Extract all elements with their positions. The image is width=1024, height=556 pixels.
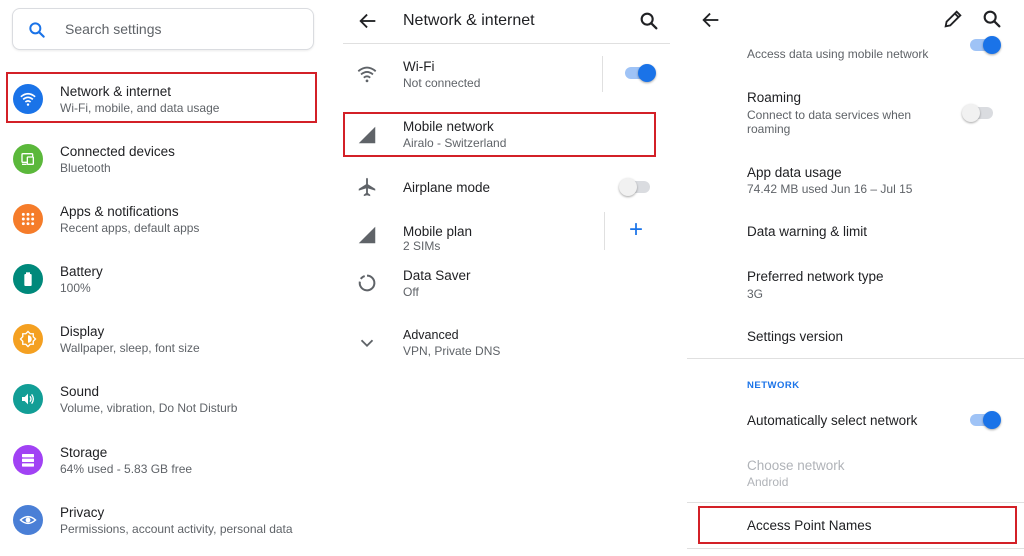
mobile-plan-title: Mobile plan bbox=[403, 224, 473, 239]
choose-network-title: Choose network bbox=[747, 458, 845, 473]
divider bbox=[604, 212, 605, 250]
roaming-subtitle: Connect to data services when roaming bbox=[747, 108, 912, 136]
search-placeholder: Search settings bbox=[65, 21, 162, 37]
sound-icon bbox=[13, 384, 43, 414]
settings-item-apps-notifications[interactable]: Apps & notifications Recent apps, defaul… bbox=[0, 190, 324, 250]
divider bbox=[602, 56, 603, 92]
airplane-mode-title: Airplane mode bbox=[403, 180, 491, 195]
data-saver-row[interactable]: Data Saver Off bbox=[343, 258, 670, 304]
cell-signal-icon bbox=[358, 226, 376, 244]
settings-item-connected-devices[interactable]: Connected devices Bluetooth bbox=[0, 130, 324, 190]
settings-item-privacy[interactable]: Privacy Permissions, account activity, p… bbox=[0, 491, 324, 551]
network-section-header: NETWORK bbox=[747, 380, 800, 391]
connected-devices-icon bbox=[13, 144, 43, 174]
app-bar: Network & internet bbox=[343, 0, 670, 44]
storage-icon bbox=[13, 445, 43, 475]
wifi-row[interactable]: Wi-Fi Not connected bbox=[343, 48, 670, 100]
mobile-network-title: Mobile network bbox=[403, 119, 494, 134]
wifi-toggle[interactable] bbox=[625, 64, 656, 82]
search-settings-bar[interactable]: Search settings bbox=[12, 8, 314, 50]
back-arrow-icon[interactable] bbox=[700, 9, 722, 31]
wifi-icon bbox=[357, 66, 377, 83]
settings-item-subtitle: Volume, vibration, Do Not Disturb bbox=[60, 401, 238, 415]
display-brightness-icon bbox=[13, 324, 43, 354]
section-divider bbox=[687, 358, 1024, 359]
settings-item-title: Battery bbox=[60, 264, 103, 279]
advanced-row[interactable]: Advanced VPN, Private DNS bbox=[343, 320, 670, 364]
access-point-names-title: Access Point Names bbox=[747, 518, 872, 533]
mobile-network-panel: Access data using mobile network Roaming… bbox=[687, 0, 1024, 556]
settings-item-title: Apps & notifications bbox=[60, 204, 179, 219]
settings-item-battery[interactable]: Battery 100% bbox=[0, 250, 324, 310]
settings-version-title: Settings version bbox=[747, 329, 844, 344]
chevron-down-icon bbox=[360, 339, 374, 348]
preferred-network-type-value: 3G bbox=[747, 287, 764, 301]
app-data-usage-subtitle: 74.42 MB used Jun 16 – Jul 15 bbox=[747, 182, 913, 196]
settings-item-subtitle: Wallpaper, sleep, font size bbox=[60, 341, 200, 355]
mobile-plan-subtitle: 2 SIMs bbox=[403, 239, 441, 253]
search-icon[interactable] bbox=[981, 8, 1003, 30]
mobile-data-subtitle: Access data using mobile network bbox=[747, 47, 929, 61]
settings-item-title: Connected devices bbox=[60, 144, 175, 159]
app-data-usage-title: App data usage bbox=[747, 165, 842, 180]
divider bbox=[687, 502, 1024, 503]
search-icon[interactable] bbox=[638, 10, 660, 32]
settings-item-title: Storage bbox=[60, 445, 108, 460]
add-plan-button[interactable]: + bbox=[629, 216, 643, 244]
back-arrow-icon[interactable] bbox=[357, 10, 379, 32]
choose-network-subtitle: Android bbox=[747, 475, 789, 489]
roaming-title: Roaming bbox=[747, 90, 802, 105]
settings-item-title: Sound bbox=[60, 384, 100, 399]
app-data-usage-row[interactable]: App data usage 74.42 MB used Jun 16 – Ju… bbox=[687, 156, 1024, 200]
edit-pencil-icon[interactable] bbox=[942, 8, 964, 30]
settings-item-subtitle: Wi-Fi, mobile, and data usage bbox=[60, 101, 220, 115]
data-warning-limit-row[interactable]: Data warning & limit bbox=[687, 214, 1024, 250]
wifi-status: Not connected bbox=[403, 76, 481, 90]
privacy-eye-icon bbox=[13, 505, 43, 535]
settings-panel: Search settings Network & internet Wi-Fi… bbox=[0, 0, 324, 556]
battery-icon bbox=[13, 264, 43, 294]
airplane-mode-toggle[interactable] bbox=[619, 178, 650, 196]
auto-select-network-toggle[interactable] bbox=[970, 411, 1001, 429]
auto-select-network-title: Automatically select network bbox=[747, 413, 918, 428]
divider bbox=[687, 548, 1024, 549]
preferred-network-type-title: Preferred network type bbox=[747, 269, 884, 284]
settings-item-display[interactable]: Display Wallpaper, sleep, font size bbox=[0, 310, 324, 370]
wifi-title: Wi-Fi bbox=[403, 59, 435, 74]
settings-item-subtitle: 100% bbox=[60, 281, 91, 295]
access-point-names-row[interactable]: Access Point Names bbox=[687, 506, 1024, 544]
airplane-icon bbox=[358, 177, 376, 197]
network-internet-panel: Network & internet Wi-Fi Not connected M… bbox=[343, 0, 670, 556]
cell-signal-icon bbox=[358, 126, 376, 144]
page-title: Network & internet bbox=[403, 12, 535, 29]
roaming-toggle[interactable] bbox=[962, 104, 993, 122]
settings-item-subtitle: Permissions, account activity, personal … bbox=[60, 522, 293, 536]
settings-item-storage[interactable]: Storage 64% used - 5.83 GB free bbox=[0, 431, 324, 491]
settings-item-sound[interactable]: Sound Volume, vibration, Do Not Disturb bbox=[0, 370, 324, 430]
settings-item-title: Display bbox=[60, 324, 105, 339]
choose-network-row: Choose network Android bbox=[687, 450, 1024, 494]
data-warning-title: Data warning & limit bbox=[747, 224, 868, 239]
wifi-icon bbox=[13, 84, 43, 114]
preferred-network-type-row[interactable]: Preferred network type 3G bbox=[687, 260, 1024, 304]
settings-item-subtitle: Bluetooth bbox=[60, 161, 111, 175]
mobile-data-toggle[interactable] bbox=[970, 36, 1001, 54]
advanced-title: Advanced bbox=[403, 328, 459, 342]
settings-item-subtitle: Recent apps, default apps bbox=[60, 221, 200, 235]
apps-grid-icon bbox=[13, 204, 43, 234]
data-saver-icon bbox=[358, 274, 376, 292]
settings-item-network[interactable]: Network & internet Wi-Fi, mobile, and da… bbox=[0, 70, 324, 130]
mobile-network-row[interactable]: Mobile network Airalo - Switzerland bbox=[343, 108, 670, 160]
settings-item-title: Network & internet bbox=[60, 84, 172, 99]
advanced-subtitle: VPN, Private DNS bbox=[403, 344, 501, 358]
settings-version-row[interactable]: Settings version bbox=[687, 318, 1024, 354]
settings-item-subtitle: 64% used - 5.83 GB free bbox=[60, 462, 193, 476]
data-saver-status: Off bbox=[403, 285, 419, 299]
mobile-plan-row[interactable]: Mobile plan 2 SIMs bbox=[343, 212, 670, 256]
data-saver-title: Data Saver bbox=[403, 268, 471, 283]
settings-item-title: Privacy bbox=[60, 505, 105, 520]
search-icon bbox=[29, 22, 45, 38]
app-bar bbox=[687, 0, 1024, 40]
mobile-network-carrier: Airalo - Switzerland bbox=[403, 136, 507, 150]
